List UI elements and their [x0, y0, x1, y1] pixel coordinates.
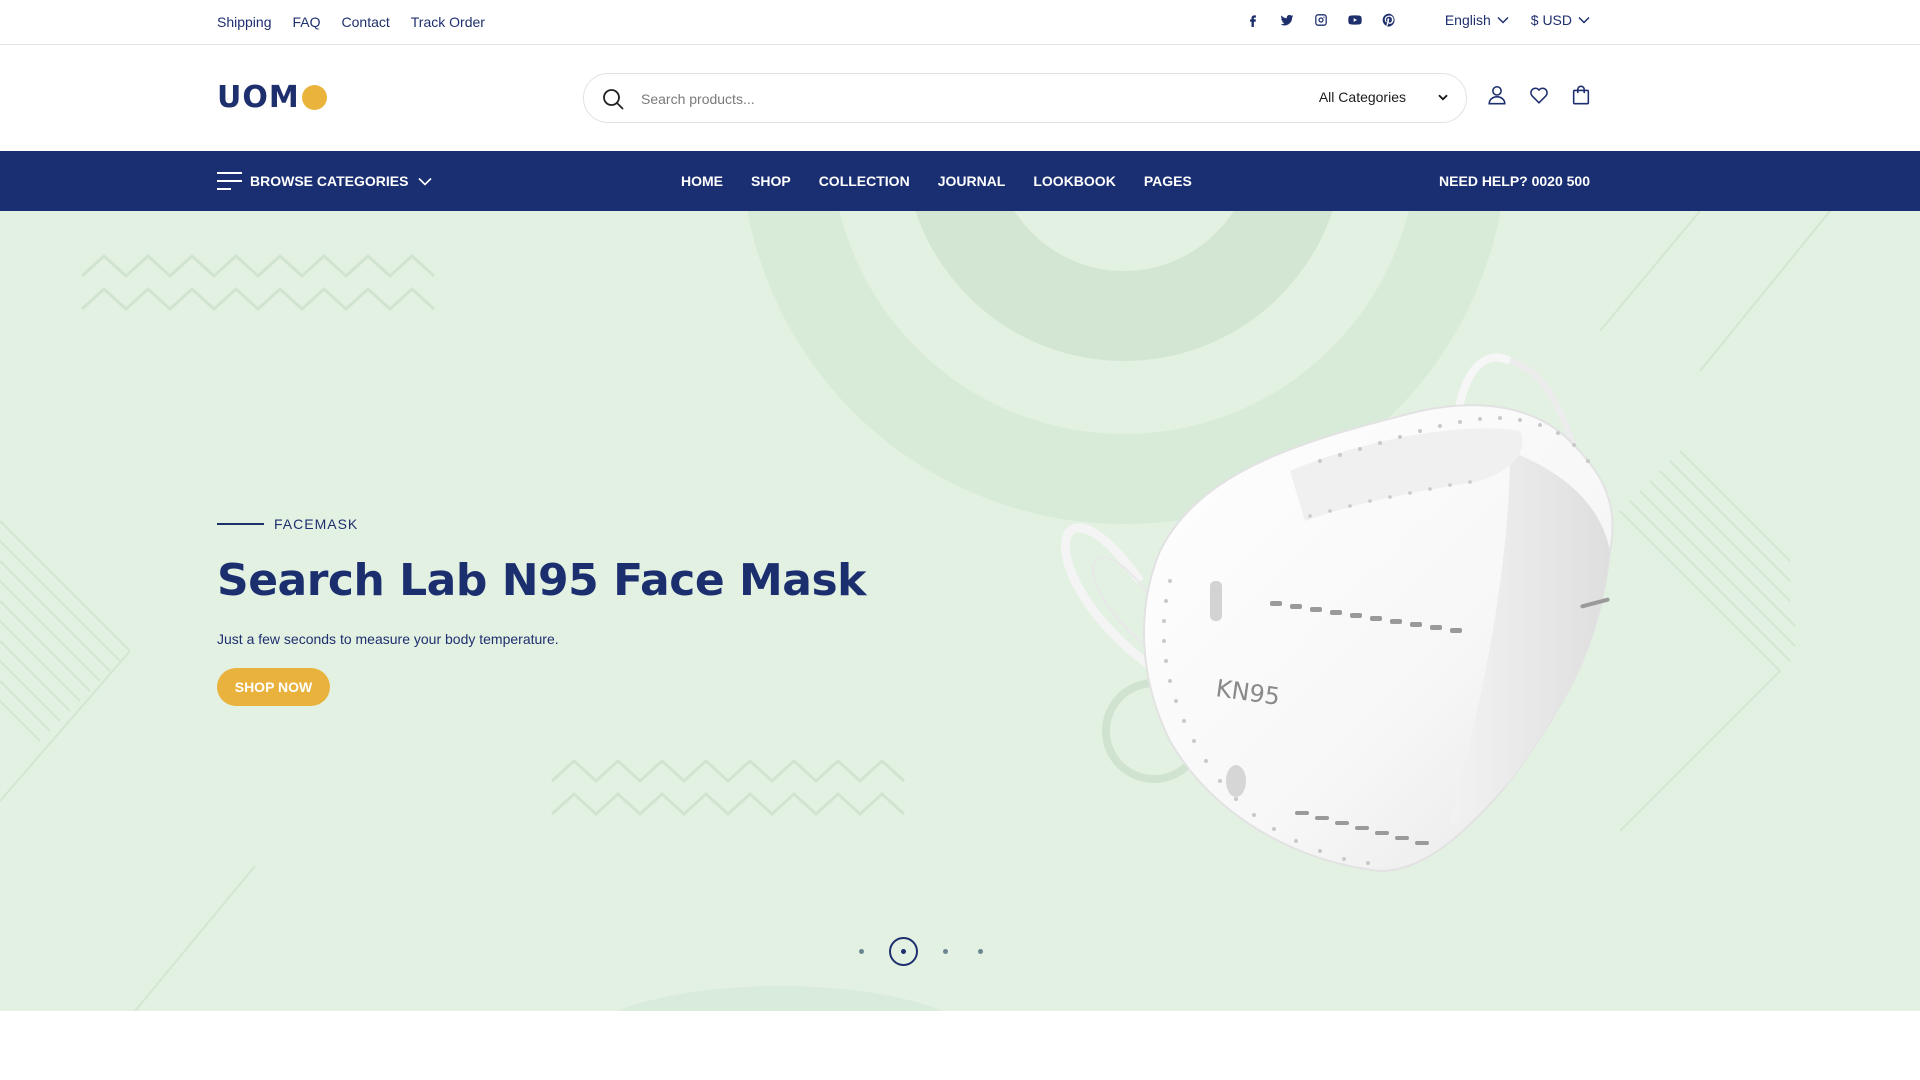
- search-input[interactable]: [641, 87, 1281, 111]
- logo[interactable]: UOM: [217, 80, 327, 115]
- user-icon[interactable]: [1486, 84, 1508, 106]
- nav-item-lookbook[interactable]: LOOKBOOK: [1033, 173, 1115, 189]
- nav-item-collection[interactable]: COLLECTION: [819, 173, 910, 189]
- instagram-icon[interactable]: [1313, 12, 1329, 28]
- slide-dot-4[interactable]: [978, 949, 983, 954]
- top-links: Shipping FAQ Contact Track Order: [217, 14, 485, 30]
- contact-link[interactable]: Contact: [342, 14, 390, 30]
- search-bar: All Categories: [583, 73, 1467, 123]
- language-label: English: [1444, 12, 1491, 28]
- pinterest-icon[interactable]: [1381, 12, 1397, 28]
- bag-icon[interactable]: [1570, 84, 1592, 106]
- nav-item-journal[interactable]: JOURNAL: [938, 173, 1006, 189]
- faq-link[interactable]: FAQ: [293, 14, 321, 30]
- chevron-down-icon: [1578, 16, 1590, 24]
- site-header: UOM All Categories: [0, 46, 1920, 151]
- slider-pagination: [844, 937, 998, 966]
- hero-title: Search Lab N95 Face Mask: [217, 555, 866, 606]
- eyebrow-line: [217, 523, 264, 525]
- heart-icon[interactable]: [1528, 84, 1550, 106]
- nav-item-shop[interactable]: SHOP: [751, 173, 791, 189]
- chevron-down-icon: [1438, 94, 1448, 100]
- menu-icon: [217, 172, 242, 190]
- currency-dropdown[interactable]: $ USD: [1531, 12, 1590, 28]
- language-dropdown[interactable]: English: [1445, 12, 1509, 28]
- top-right-group: English $ USD: [1245, 12, 1590, 28]
- shipping-link[interactable]: Shipping: [217, 14, 272, 30]
- slide-dot-1[interactable]: [859, 949, 864, 954]
- facebook-icon[interactable]: [1245, 12, 1261, 28]
- nav-item-pages[interactable]: PAGES: [1144, 173, 1192, 189]
- hero-slider: FACEMASK Search Lab N95 Face Mask Just a…: [0, 211, 1920, 1011]
- hero-eyebrow: FACEMASK: [217, 516, 358, 532]
- track-order-link[interactable]: Track Order: [411, 14, 485, 30]
- eyebrow-label: FACEMASK: [274, 516, 359, 532]
- browse-categories-button[interactable]: BROWSE CATEGORIES: [217, 171, 432, 191]
- slide-dot-2-active[interactable]: [889, 937, 918, 966]
- category-select-label: All Categories: [1318, 89, 1406, 105]
- search-icon[interactable]: [601, 87, 625, 111]
- currency-label: $ USD: [1530, 12, 1572, 28]
- logo-dot: [301, 85, 327, 110]
- social-links: [1245, 12, 1397, 28]
- main-navigation: BROWSE CATEGORIES HOME SHOP COLLECTION J…: [0, 151, 1920, 211]
- shop-now-button[interactable]: SHOP NOW: [217, 668, 330, 706]
- hero-subtitle: Just a few seconds to measure your body …: [217, 631, 559, 647]
- chevron-down-icon: [1497, 16, 1509, 24]
- nav-item-home[interactable]: HOME: [681, 173, 723, 189]
- top-utility-bar: Shipping FAQ Contact Track Order English: [0, 0, 1920, 45]
- chevron-down-icon: [418, 177, 432, 186]
- twitter-icon[interactable]: [1279, 12, 1295, 28]
- face-mask-image: KN95: [1060, 353, 1614, 873]
- category-select[interactable]: All Categories: [1319, 89, 1448, 105]
- logo-text: UOM: [217, 80, 300, 115]
- browse-label: BROWSE CATEGORIES: [250, 173, 409, 189]
- help-phone: NEED HELP? 0020 500: [1439, 173, 1590, 189]
- youtube-icon[interactable]: [1347, 12, 1363, 28]
- nav-menu: HOME SHOP COLLECTION JOURNAL LOOKBOOK PA…: [681, 173, 1192, 189]
- header-icons: [1486, 84, 1592, 106]
- slide-dot-3[interactable]: [943, 949, 948, 954]
